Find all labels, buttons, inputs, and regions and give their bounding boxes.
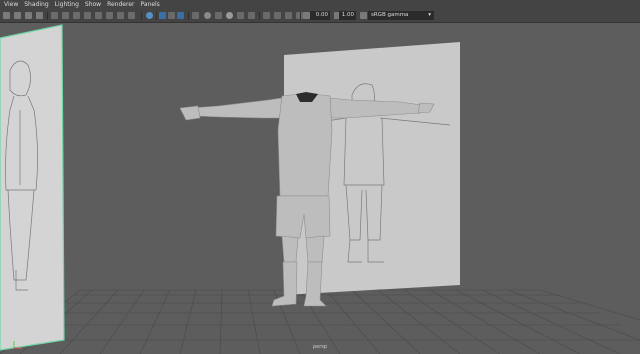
toolbar-separator	[300, 12, 301, 20]
camera-select-icon[interactable]	[3, 12, 10, 19]
exposure-field[interactable]: 0.00	[310, 11, 330, 20]
grid-icon[interactable]	[51, 12, 58, 19]
field-chart-icon[interactable]	[95, 12, 102, 19]
camera-attr-icon[interactable]	[14, 12, 21, 19]
isolate-select-icon[interactable]	[263, 12, 270, 19]
image-plane-icon[interactable]	[36, 12, 43, 19]
smooth-shade-icon[interactable]	[146, 12, 153, 19]
camera-name-label: persp	[312, 344, 328, 350]
textured-icon[interactable]	[177, 12, 184, 19]
chevron-down-icon: ▾	[428, 12, 431, 18]
toolbar-separator	[47, 12, 48, 20]
toolbar-separator	[188, 12, 189, 20]
screen-space-ao-icon[interactable]	[215, 12, 222, 19]
multisample-aa-icon[interactable]	[237, 12, 244, 19]
maya-viewport-panel: View Shading Lighting Show Renderer Pane…	[0, 0, 640, 354]
color-space-dropdown[interactable]: sRGB gamma ▾	[368, 11, 434, 20]
xray-icon[interactable]	[274, 12, 281, 19]
depth-of-field-icon[interactable]	[248, 12, 255, 19]
xray-joints-icon[interactable]	[285, 12, 292, 19]
toolbar-separator	[259, 12, 260, 20]
panel-toolbar: 0.00 1.00 sRGB gamma ▾	[0, 10, 640, 23]
wireframe-on-shaded-icon[interactable]	[168, 12, 175, 19]
viewport-scene	[0, 24, 640, 354]
toolbar-separator	[156, 12, 157, 20]
toolbar-separator	[141, 12, 142, 20]
left-image-plane[interactable]	[0, 24, 65, 351]
menu-lighting[interactable]: Lighting	[55, 0, 79, 10]
panel-menubar: View Shading Lighting Show Renderer Pane…	[0, 0, 640, 10]
menu-panels[interactable]: Panels	[140, 0, 159, 10]
menu-renderer[interactable]: Renderer	[107, 0, 134, 10]
menu-view[interactable]: View	[4, 0, 18, 10]
color-management-icon[interactable]	[360, 12, 367, 19]
gate-mask-icon[interactable]	[84, 12, 91, 19]
color-space-value: sRGB gamma	[371, 12, 409, 18]
use-all-lights-icon[interactable]	[192, 12, 199, 19]
shadows-icon[interactable]	[204, 12, 211, 19]
safe-action-icon[interactable]	[106, 12, 113, 19]
3d-viewport[interactable]	[0, 23, 640, 354]
menu-shading[interactable]: Shading	[24, 0, 48, 10]
menu-show[interactable]: Show	[85, 0, 101, 10]
gamma-field[interactable]: 1.00	[339, 11, 356, 20]
resolution-gate-icon[interactable]	[73, 12, 80, 19]
wireframe-icon[interactable]	[128, 12, 135, 19]
use-default-material-icon[interactable]	[159, 12, 166, 19]
film-gate-icon[interactable]	[62, 12, 69, 19]
safe-title-icon[interactable]	[117, 12, 124, 19]
motion-blur-icon[interactable]	[226, 12, 233, 19]
exposure-icon[interactable]	[303, 12, 310, 19]
bookmark-icon[interactable]	[25, 12, 32, 19]
